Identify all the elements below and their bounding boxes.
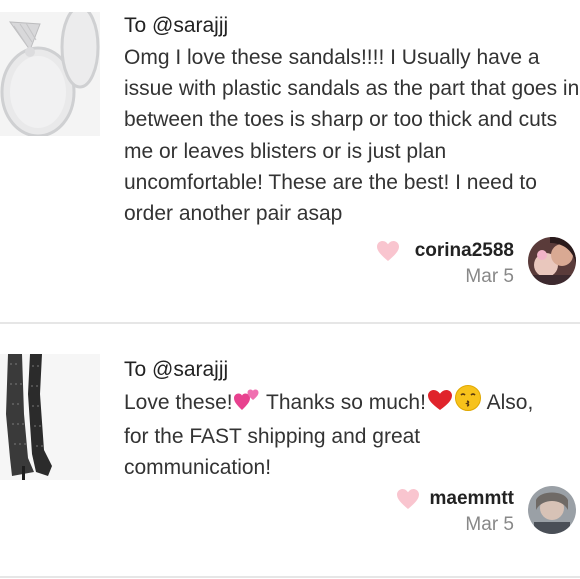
- message-text: Love these!: [124, 391, 233, 414]
- recipient-line: To @sarajjj: [124, 358, 229, 381]
- red-heart-emoji-icon: [426, 388, 454, 421]
- review-date: Mar 5: [465, 514, 514, 535]
- heart-icon[interactable]: [376, 240, 400, 262]
- product-thumbnail[interactable]: [0, 354, 100, 480]
- divider: [0, 576, 580, 578]
- message-text: Also,: [481, 391, 534, 414]
- review-message: Omg I love these sandals!!!! I Usually h…: [124, 46, 580, 226]
- heart-icon[interactable]: [396, 488, 420, 510]
- review-message: Love these! Thanks so much! Also, for th…: [124, 384, 580, 484]
- message-text: communication!: [124, 456, 272, 480]
- boot-icon: [0, 354, 100, 480]
- avatar[interactable]: [528, 486, 576, 534]
- review-date: Mar 5: [465, 266, 514, 287]
- review-card: To @sarajjj Omg I love these sandals!!!!…: [0, 0, 580, 322]
- reviewer-username[interactable]: corina2588: [415, 240, 514, 262]
- recipient-line: To @sarajjj: [124, 14, 229, 37]
- sandal-icon: [0, 12, 100, 136]
- product-thumbnail[interactable]: [0, 12, 100, 136]
- kissing-face-emoji-icon: [454, 384, 482, 421]
- message-text: for the FAST shipping and great: [124, 425, 421, 449]
- two-hearts-emoji-icon: [233, 388, 261, 421]
- reviewer-username[interactable]: maemmtt: [430, 488, 514, 510]
- message-text: Thanks so much!: [260, 391, 426, 414]
- review-card: To @sarajjj Love these! Thanks so much! …: [0, 324, 580, 576]
- user-photo-icon: [528, 237, 576, 285]
- avatar[interactable]: [528, 237, 576, 285]
- user-photo-icon: [528, 486, 576, 534]
